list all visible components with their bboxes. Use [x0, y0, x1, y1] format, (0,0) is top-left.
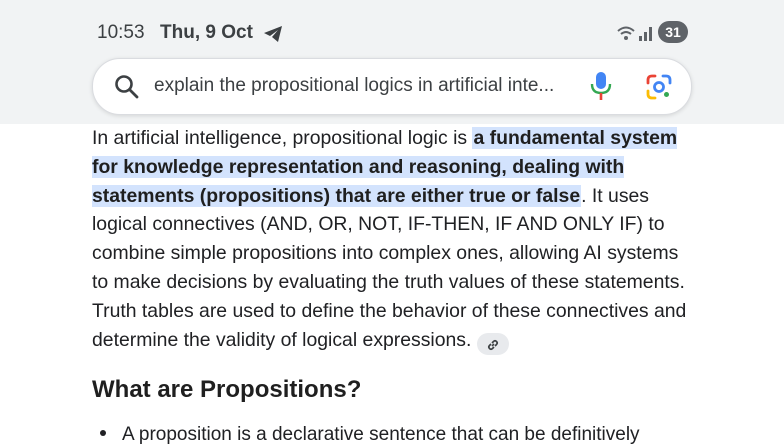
- ai-overview: In artificial intelligence, propositiona…: [72, 124, 712, 445]
- search-bar[interactable]: explain the propositional logics in arti…: [92, 58, 692, 115]
- signal-icon: [639, 27, 652, 41]
- search-input[interactable]: explain the propositional logics in arti…: [154, 75, 554, 97]
- section-heading: What are Propositions?: [92, 376, 362, 403]
- link-icon: [488, 339, 499, 350]
- search-icon[interactable]: [113, 73, 141, 101]
- google-lens-icon[interactable]: [645, 73, 673, 101]
- answer-rest: . It uses logical connectives (AND, OR, …: [92, 184, 687, 351]
- list-item: A proposition is a declarative sentence …: [100, 424, 640, 446]
- battery-icon: 31: [658, 21, 688, 43]
- status-bar: 10:53 Thu, 9 Oct 31: [0, 0, 784, 58]
- answer-paragraph: In artificial intelligence, propositiona…: [92, 124, 696, 355]
- bullet-dot: [100, 430, 106, 436]
- status-time: 10:53: [97, 22, 145, 43]
- telegram-icon: [264, 26, 282, 42]
- answer-intro: In artificial intelligence, propositiona…: [92, 127, 473, 149]
- wifi-icon: [617, 26, 635, 40]
- source-link-button[interactable]: [477, 332, 510, 355]
- bullet-text: A proposition is a declarative sentence …: [122, 424, 640, 445]
- mic-icon[interactable]: [589, 71, 613, 101]
- status-date: Thu, 9 Oct: [160, 22, 253, 43]
- search-header: explain the propositional logics in arti…: [0, 58, 784, 124]
